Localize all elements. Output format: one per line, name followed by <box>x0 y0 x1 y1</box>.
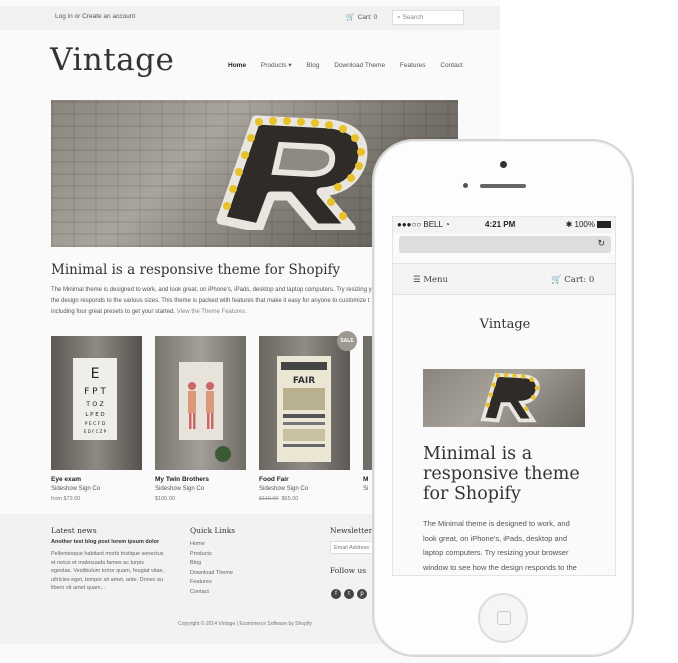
status-time: 4:21 PM <box>485 220 516 229</box>
svg-text:FAIR: FAIR <box>293 376 315 386</box>
svg-text:E D F C Z P: E D F C Z P <box>84 429 107 434</box>
product-vendor: Sideshow Sign Co <box>155 486 205 492</box>
nav-item-contact[interactable]: Contact <box>440 62 462 69</box>
product-sale-price: $65.00 <box>281 496 299 502</box>
twin-brothers-image <box>179 362 231 462</box>
phone-camera <box>463 183 468 188</box>
latest-post-title[interactable]: Another test blog post lorem ipsum dolor <box>51 539 159 545</box>
social-links: ftp <box>331 582 370 600</box>
bluetooth-icon: ✱ <box>565 220 575 229</box>
svg-text:F P T: F P T <box>84 387 106 397</box>
facebook-icon[interactable]: f <box>331 589 341 599</box>
site-logo[interactable]: Vintage <box>50 42 174 78</box>
reload-icon[interactable]: ↻ <box>597 238 605 249</box>
newsletter-heading: Newsletter <box>330 526 373 535</box>
mobile-cart-label: Cart: 0 <box>564 275 595 285</box>
wifi-icon: ◔ <box>444 220 450 229</box>
address-bar[interactable]: ↻ <box>399 236 611 253</box>
quick-link-home[interactable]: Home <box>190 540 233 550</box>
follow-us-heading: Follow us <box>330 566 367 575</box>
mobile-menu-button[interactable]: ☰ Menu <box>413 275 448 285</box>
latest-news-heading: Latest news <box>51 526 97 535</box>
product-image[interactable]: FAIR <box>259 336 350 470</box>
top-bar: Log in or Create an account 🛒 Cart: 0 ⌕ S… <box>0 6 500 30</box>
home-square-icon <box>497 611 511 625</box>
cart-icon: 🛒 <box>346 14 355 21</box>
mobile-cart-link[interactable]: 🛒 Cart: 0 <box>551 275 594 285</box>
phone-home-button[interactable] <box>478 593 528 643</box>
food-fair-poster-image: FAIR <box>277 356 331 462</box>
product-vendor: Sideshow Sign Co <box>259 486 309 492</box>
pinterest-icon[interactable]: p <box>357 589 367 599</box>
nav-item-products[interactable]: Products ▾ <box>261 62 292 69</box>
mobile-nav-bar: ☰ Menu 🛒 Cart: 0 <box>393 263 615 295</box>
quick-link-contact[interactable]: Contact <box>190 588 233 598</box>
svg-text:L P E D: L P E D <box>85 412 104 418</box>
quick-link-products[interactable]: Products <box>190 550 233 560</box>
battery-icon <box>597 221 611 228</box>
product-name[interactable]: My Twin Brothers <box>155 476 246 483</box>
mobile-intro-paragraph: The Minimal theme is designed to work, a… <box>423 519 577 572</box>
marquee-letter-r <box>480 372 540 423</box>
svg-text:E: E <box>91 366 100 382</box>
phone-top-sensor <box>500 161 507 168</box>
product-card[interactable]: My Twin Brothers Sideshow Sign Co $100.0… <box>155 336 246 502</box>
quick-link-download-theme[interactable]: Download Theme <box>190 569 233 579</box>
main-nav: Home Products ▾ Blog Download Theme Feat… <box>228 61 476 69</box>
status-bar: ●●●○○ BELL ◔ 4:21 PM ✱ 100% <box>393 217 615 233</box>
nav-item-download-theme[interactable]: Download Theme <box>334 62 385 69</box>
quick-link-features[interactable]: Features <box>190 578 233 588</box>
product-name[interactable]: Eye exam <box>51 476 142 483</box>
search-input[interactable]: ⌕ Search <box>392 10 464 25</box>
battery-label: 100% <box>574 220 595 229</box>
twitter-icon[interactable]: t <box>344 589 354 599</box>
battery-status: ✱ 100% <box>566 220 611 229</box>
phone-earpiece <box>480 184 526 188</box>
quick-link-blog[interactable]: Blog <box>190 559 233 569</box>
mobile-site-logo[interactable]: Vintage <box>393 317 615 332</box>
nav-item-blog[interactable]: Blog <box>306 62 319 69</box>
nav-item-home[interactable]: Home <box>228 62 246 69</box>
svg-text:T O Z: T O Z <box>85 400 104 408</box>
product-image[interactable]: E F P T T O Z L P E D P E C F D E D F C … <box>51 336 142 470</box>
latest-post-excerpt: Pellentesque habitant morbi tristique se… <box>51 551 165 591</box>
page-tagline: Minimal is a responsive theme for Shopif… <box>51 262 341 278</box>
product-card[interactable]: E F P T T O Z L P E D P E C F D E D F C … <box>51 336 142 502</box>
marquee-letter-r <box>216 115 368 230</box>
quick-links-list: Home Products Blog Download Theme Featur… <box>190 540 233 597</box>
phone-screen: ●●●○○ BELL ◔ 4:21 PM ✱ 100% ↻ ☰ Menu 🛒 C… <box>392 216 616 576</box>
sale-badge: SALE <box>337 331 357 351</box>
copyright-text: Copyright © 2014 Vintage | Ecommerce Sof… <box>178 621 312 627</box>
intro-paragraph: The Minimal theme is designed to work, a… <box>51 285 381 318</box>
login-link[interactable]: Log in or Create an account <box>55 13 135 20</box>
quick-links-heading: Quick Links <box>190 526 236 535</box>
product-price: from $72.00 <box>51 496 81 502</box>
cart-link[interactable]: 🛒 Cart: 0 <box>346 13 377 21</box>
theme-features-link[interactable]: View the Theme Features. <box>177 309 247 315</box>
eye-chart-image: E F P T T O Z L P E D P E C F D E D F C … <box>73 358 117 440</box>
product-old-price: $118.00 <box>259 496 279 502</box>
carrier-signal: ●●●○○ BELL ◔ <box>397 220 450 229</box>
search-placeholder: Search <box>402 14 424 21</box>
product-card[interactable]: FAIR Food Fair Sideshow Sign Co $118.00 $… <box>259 336 350 502</box>
cart-icon: 🛒 <box>551 275 565 285</box>
cart-label: Cart: 0 <box>357 14 378 21</box>
product-name[interactable]: Food Fair <box>259 476 350 483</box>
svg-text:P E C F D: P E C F D <box>85 421 106 427</box>
product-image[interactable] <box>155 336 246 470</box>
iphone-frame: ●●●○○ BELL ◔ 4:21 PM ✱ 100% ↻ ☰ Menu 🛒 C… <box>372 139 634 657</box>
carrier-label: ●●●○○ BELL <box>397 220 443 229</box>
product-vendor: Sideshow Sign Co <box>51 486 101 492</box>
mobile-page-title: Minimal is a responsive theme for Shopif… <box>423 444 580 504</box>
nav-item-features[interactable]: Features <box>400 62 426 69</box>
mobile-hero-image <box>423 369 585 427</box>
product-price: $118.00 $65.00 <box>259 496 350 502</box>
product-price: $100.00 <box>155 496 175 502</box>
